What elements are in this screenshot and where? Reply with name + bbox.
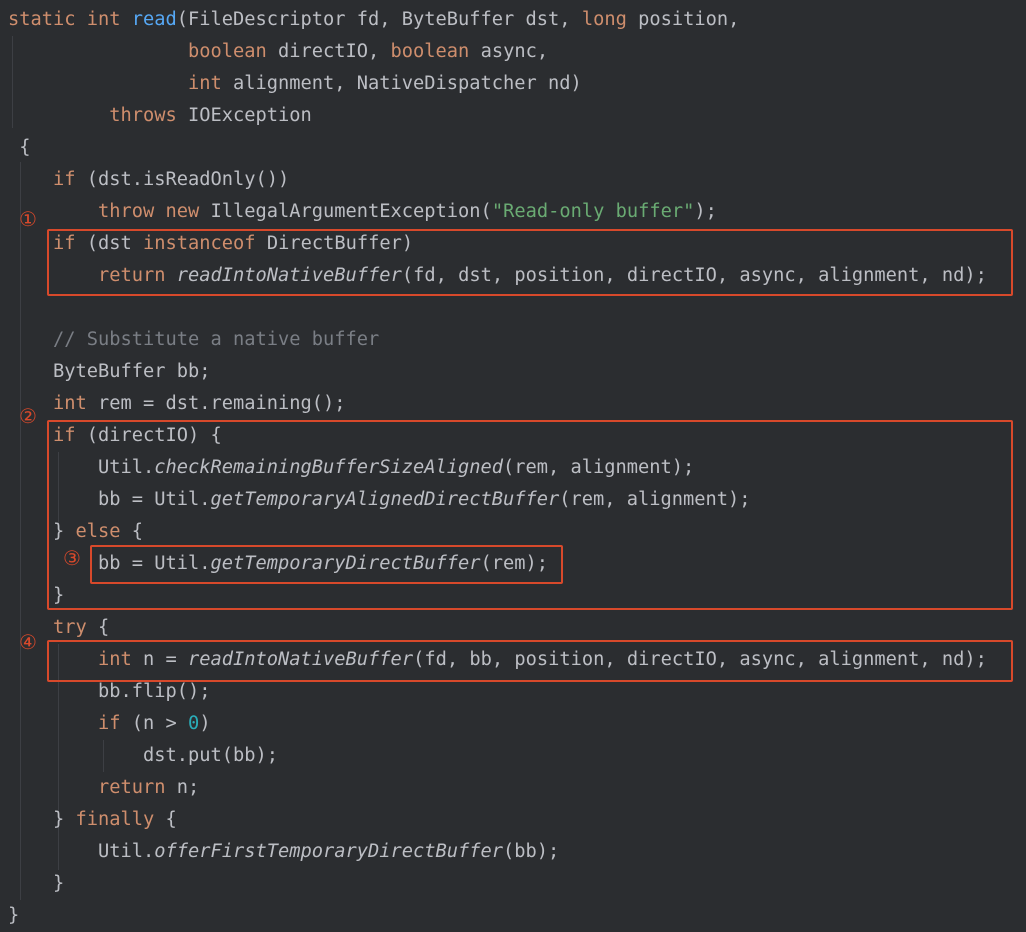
code-token: try: [53, 617, 87, 638]
annotation-marker-4: ④: [19, 630, 37, 654]
code-line-13: int rem = dst.remaining();: [8, 388, 346, 420]
code-line-27: Util.offerFirstTemporaryDirectBuffer(bb)…: [8, 836, 559, 868]
code-token: async,: [469, 41, 549, 62]
code-line-29: }: [8, 900, 19, 932]
annotation-marker-1: ①: [19, 207, 37, 231]
code-token: "Read-only buffer": [491, 201, 695, 222]
code-line-28: }: [8, 868, 64, 900]
code-token: throw new: [98, 201, 200, 222]
code-token: finally: [75, 809, 155, 830]
code-token: bb.flip();: [8, 681, 211, 702]
code-token: static int: [8, 9, 132, 30]
code-line-4: throws IOException: [8, 100, 312, 132]
code-token: 0: [188, 713, 200, 734]
code-line-12: ByteBuffer bb;: [8, 356, 211, 388]
code-token: if: [53, 169, 76, 190]
code-token: offerFirstTemporaryDirectBuffer: [154, 841, 504, 862]
code-token: int: [188, 73, 222, 94]
code-token: (bb);: [503, 841, 560, 862]
code-line-23: if (n > 0): [8, 708, 211, 740]
code-editor[interactable]: static int read(FileDescriptor fd, ByteB…: [0, 0, 1026, 932]
code-token: {: [86, 617, 110, 638]
code-token: long: [581, 9, 627, 30]
code-token: directIO,: [266, 41, 391, 62]
code-token: boolean: [390, 41, 470, 62]
annotation-marker-2: ②: [19, 404, 37, 428]
code-token: int: [53, 393, 87, 414]
code-token: }: [8, 873, 65, 894]
code-token: (dst.isReadOnly()): [75, 169, 290, 190]
code-line-6: if (dst.isReadOnly()): [8, 164, 289, 196]
code-token: rem = dst.remaining();: [86, 393, 346, 414]
code-token: }: [8, 905, 20, 926]
code-token: }: [8, 809, 76, 830]
highlight-box-1: [47, 229, 1013, 296]
code-token: (FileDescriptor fd, ByteBuffer dst,: [176, 9, 582, 30]
code-token: dst.put(bb);: [8, 745, 279, 766]
code-token: );: [694, 201, 717, 222]
code-token: if: [98, 713, 121, 734]
code-token: IOException: [176, 105, 312, 126]
code-token: IllegalArgumentException(: [199, 201, 492, 222]
code-line-2: boolean directIO, boolean async,: [8, 36, 548, 68]
code-token: {: [154, 809, 177, 830]
code-token: throws: [109, 105, 177, 126]
code-token: boolean: [188, 41, 267, 62]
highlight-box-3: [90, 545, 563, 584]
code-token: // Substitute a native buffer: [53, 329, 380, 350]
annotation-marker-3: ③: [63, 546, 81, 570]
code-line-11: // Substitute a native buffer: [8, 324, 379, 356]
highlight-box-4: [47, 640, 1013, 682]
code-line-26: } finally {: [8, 804, 177, 836]
code-token: read: [131, 9, 177, 30]
code-token: {: [8, 137, 31, 158]
code-token: ByteBuffer bb;: [8, 361, 211, 382]
code-token: (n >: [120, 713, 189, 734]
code-line-24: dst.put(bb);: [8, 740, 278, 772]
code-token: ): [199, 713, 211, 734]
code-token: n;: [165, 777, 200, 798]
code-line-3: int alignment, NativeDispatcher nd): [8, 68, 582, 100]
code-line-5: {: [8, 132, 31, 164]
code-token: position,: [626, 9, 740, 30]
code-line-7: throw new IllegalArgumentException("Read…: [8, 196, 717, 228]
code-token: Util.: [8, 841, 155, 862]
code-line-25: return n;: [8, 772, 199, 804]
code-token: alignment, NativeDispatcher nd): [221, 73, 582, 94]
code-line-1: static int read(FileDescriptor fd, ByteB…: [8, 4, 739, 36]
code-token: return: [98, 777, 166, 798]
